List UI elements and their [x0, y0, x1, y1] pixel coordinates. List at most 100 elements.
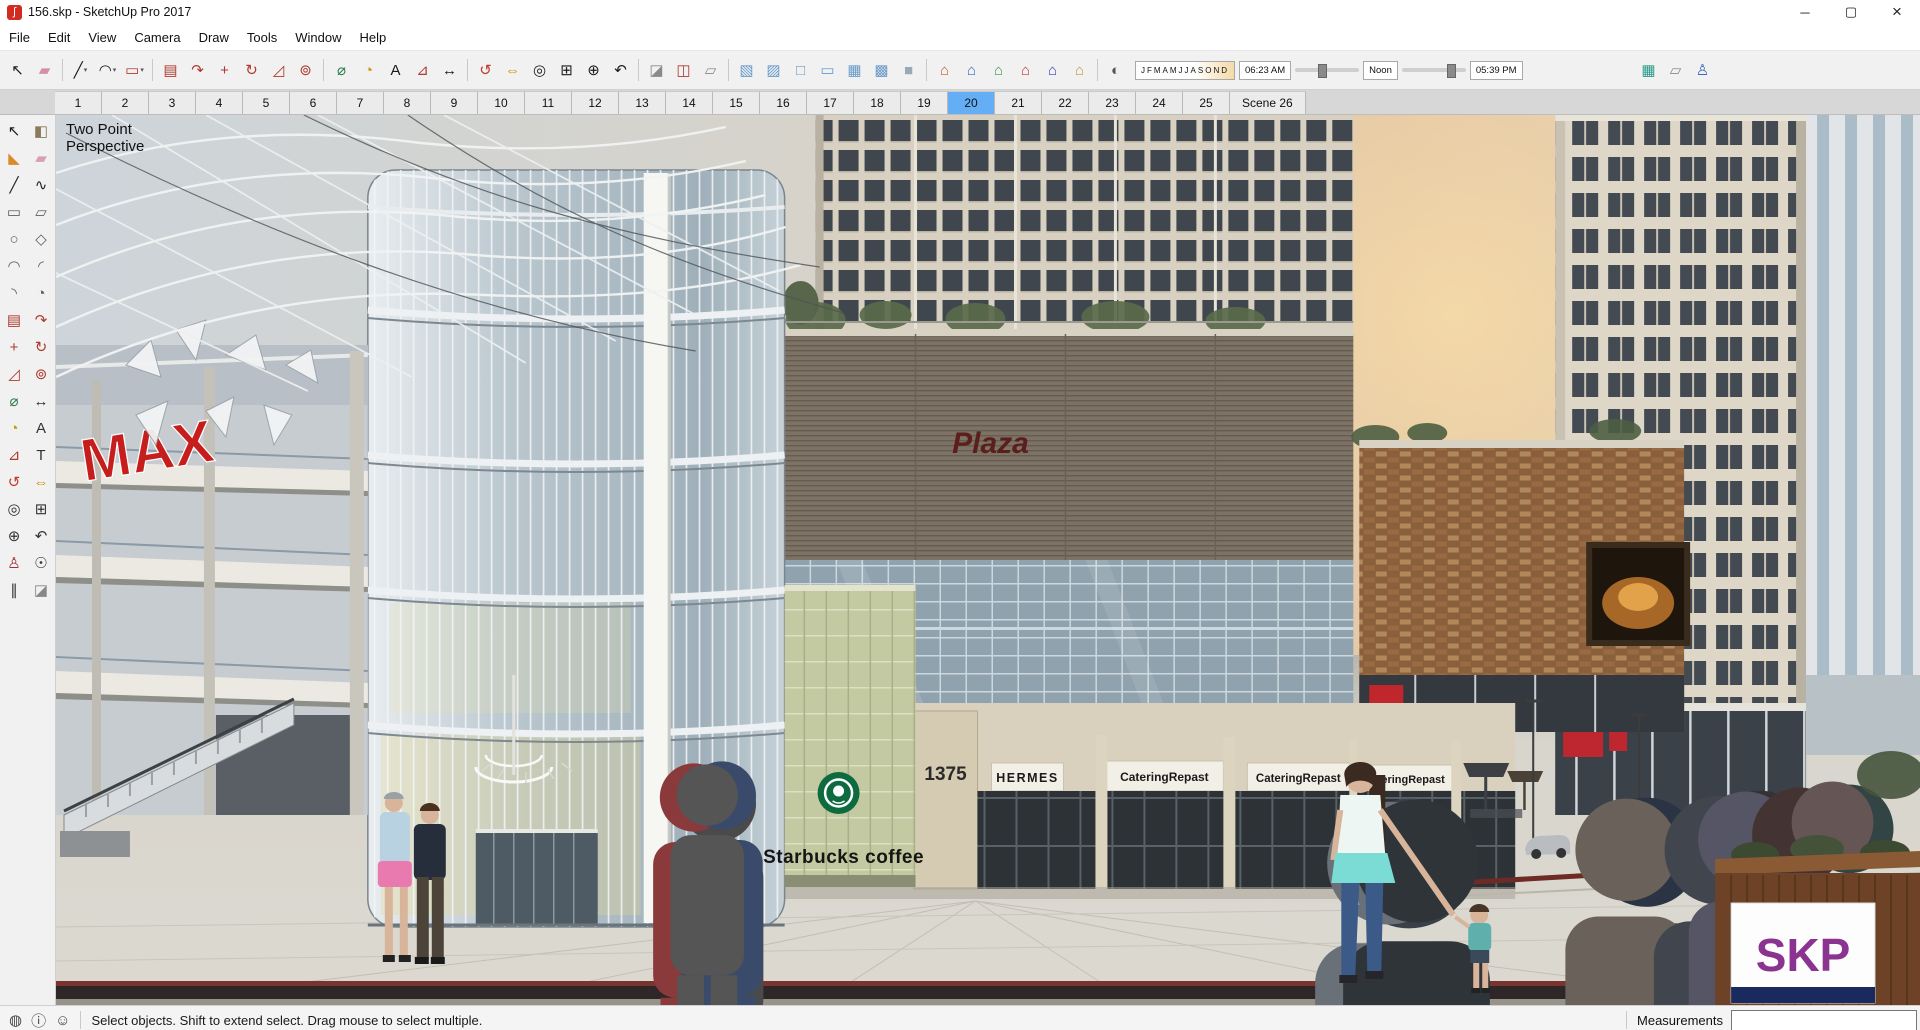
scene-tab-9[interactable]: 9 — [431, 91, 478, 114]
scene-tab-24[interactable]: 24 — [1136, 91, 1183, 114]
tool-zoom-window[interactable]: ⊞ — [28, 496, 54, 522]
tool-move[interactable]: + — [1, 334, 27, 360]
maximize-button[interactable]: ▢ — [1828, 0, 1874, 24]
scene-tab-1[interactable]: 1 — [55, 91, 102, 114]
tool-3d-text[interactable]: T — [28, 442, 54, 468]
tool-zoom[interactable]: ◎ — [1, 496, 27, 522]
menu-window[interactable]: Window — [286, 24, 350, 50]
scene-tab-3[interactable]: 3 — [149, 91, 196, 114]
tool-push-pull[interactable]: ▤ — [1, 307, 27, 333]
tool-dimensions[interactable]: ↔ — [28, 388, 54, 414]
tool-eraser[interactable]: ▰ — [28, 145, 54, 171]
tool-line[interactable]: ╱ ▾ — [68, 58, 93, 83]
tool-three-point-arc[interactable]: ◝ — [1, 280, 27, 306]
tool-scale[interactable]: ◿ — [266, 58, 291, 83]
tool-make-component[interactable]: ◧ — [28, 118, 54, 144]
close-button[interactable]: × — [1874, 0, 1920, 24]
scene-tab-20[interactable]: 20 — [948, 91, 995, 114]
tool-section-plane[interactable]: ◪ — [28, 577, 54, 603]
tool-move[interactable]: + — [212, 58, 237, 83]
scene-tab-6[interactable]: 6 — [290, 91, 337, 114]
tool-axes[interactable]: ⊿ — [1, 442, 27, 468]
tool-tags[interactable]: ▱ — [1663, 58, 1688, 83]
tool-polygon[interactable]: ◇ — [28, 226, 54, 252]
menu-camera[interactable]: Camera — [125, 24, 189, 50]
scene-tab-11[interactable]: 11 — [525, 91, 572, 114]
tool-scale[interactable]: ◿ — [1, 361, 27, 387]
tool-previous[interactable]: ↶ — [28, 523, 54, 549]
tool-arcs[interactable]: ◠ ▾ — [95, 58, 120, 83]
tool-shaded[interactable]: ▦ — [842, 58, 867, 83]
scene-tab-22[interactable]: 22 — [1042, 91, 1089, 114]
tool-section-plane[interactable]: ◪ — [644, 58, 669, 83]
tool-pan[interactable]: ⇔ — [28, 469, 54, 495]
tool-text[interactable]: A — [28, 415, 54, 441]
tool-previous[interactable]: ↶ — [608, 58, 633, 83]
menu-draw[interactable]: Draw — [190, 24, 238, 50]
tool-protractor[interactable]: ◔ — [356, 58, 381, 83]
tool-rotated-rectangle[interactable]: ▱ — [28, 199, 54, 225]
tool-view-top[interactable]: ⌂ — [959, 58, 984, 83]
tool-select[interactable]: ↖ — [5, 58, 30, 83]
viewport-canvas[interactable]: Plaza 1375 HERMES CateringRepast Caterin… — [56, 115, 1920, 1005]
scene-tab-14[interactable]: 14 — [666, 91, 713, 114]
tool-rotate[interactable]: ↻ — [239, 58, 264, 83]
tool-freehand[interactable]: ∿ — [28, 172, 54, 198]
menu-view[interactable]: View — [79, 24, 125, 50]
tool-arc[interactable]: ◠ — [1, 253, 27, 279]
tool-protractor[interactable]: ◔ — [1, 415, 27, 441]
tool-two-point-arc[interactable]: ◜ — [28, 253, 54, 279]
minimize-button[interactable]: ─ — [1782, 0, 1828, 24]
tool-offset[interactable]: ⊚ — [28, 361, 54, 387]
tool-follow-me[interactable]: ↷ — [185, 58, 210, 83]
tool-offset[interactable]: ⊚ — [293, 58, 318, 83]
tool-add-person[interactable]: ♙ — [1690, 58, 1715, 83]
scene-tab-2[interactable]: 2 — [102, 91, 149, 114]
tool-rectangle[interactable]: ▭ — [1, 199, 27, 225]
tool-zoom-window[interactable]: ⊞ — [554, 58, 579, 83]
tool-look-around[interactable]: ☉ — [28, 550, 54, 576]
scene-tab-15[interactable]: 15 — [713, 91, 760, 114]
tool-monochrome[interactable]: ■ — [896, 58, 921, 83]
scene-tab-19[interactable]: 19 — [901, 91, 948, 114]
tool-back-edges[interactable]: ▨ — [761, 58, 786, 83]
measurements-input[interactable] — [1731, 1009, 1917, 1030]
tool-shaded-textures[interactable]: ▩ — [869, 58, 894, 83]
tool-view-right[interactable]: ⌂ — [1013, 58, 1038, 83]
tool-position-camera[interactable]: ♙ — [1, 550, 27, 576]
tool-follow-me[interactable]: ↷ — [28, 307, 54, 333]
scene-tab-12[interactable]: 12 — [572, 91, 619, 114]
shadow-time-slider[interactable] — [1295, 64, 1360, 78]
tool-x-ray[interactable]: ▧ — [734, 58, 759, 83]
tool-eraser[interactable]: ▰ — [32, 58, 57, 83]
tool-walk[interactable]: ∥ — [1, 577, 27, 603]
menu-edit[interactable]: Edit — [39, 24, 79, 50]
tool-shapes[interactable]: ▭ ▾ — [122, 58, 147, 83]
tool-push-pull[interactable]: ▤ — [158, 58, 183, 83]
tool-styles[interactable]: ▦ — [1636, 58, 1661, 83]
tool-pan[interactable]: ⇔ — [500, 58, 525, 83]
menu-help[interactable]: Help — [351, 24, 396, 50]
tool-rotate[interactable]: ↻ — [28, 334, 54, 360]
scene-tab-18[interactable]: 18 — [854, 91, 901, 114]
scene-tab-13[interactable]: 13 — [619, 91, 666, 114]
scene-tab-10[interactable]: 10 — [478, 91, 525, 114]
tool-pie[interactable]: ◔ — [28, 280, 54, 306]
info-icon[interactable]: ⓘ — [31, 1010, 46, 1030]
shadow-date-slider[interactable]: JFMAMJJASOND — [1135, 60, 1235, 80]
credits-icon[interactable]: ☺ — [55, 1012, 70, 1029]
scene-tab-8[interactable]: 8 — [384, 91, 431, 114]
menu-file[interactable]: File — [0, 24, 39, 50]
scene-tab-17[interactable]: 17 — [807, 91, 854, 114]
tool-view-left[interactable]: ⌂ — [1067, 58, 1092, 83]
shadow-time-slider-2[interactable] — [1401, 64, 1466, 78]
slider-thumb[interactable] — [1317, 64, 1327, 78]
chevron-down-icon[interactable]: ▾ — [140, 66, 144, 74]
tool-dimensions[interactable]: ↔ — [437, 58, 462, 83]
tool-zoom-extents[interactable]: ⊕ — [581, 58, 606, 83]
scene-tab-4[interactable]: 4 — [196, 91, 243, 114]
tool-orbit[interactable]: ↺ — [473, 58, 498, 83]
tool-circle[interactable]: ○ — [1, 226, 27, 252]
menu-tools[interactable]: Tools — [238, 24, 286, 50]
tool-line[interactable]: ╱ — [1, 172, 27, 198]
